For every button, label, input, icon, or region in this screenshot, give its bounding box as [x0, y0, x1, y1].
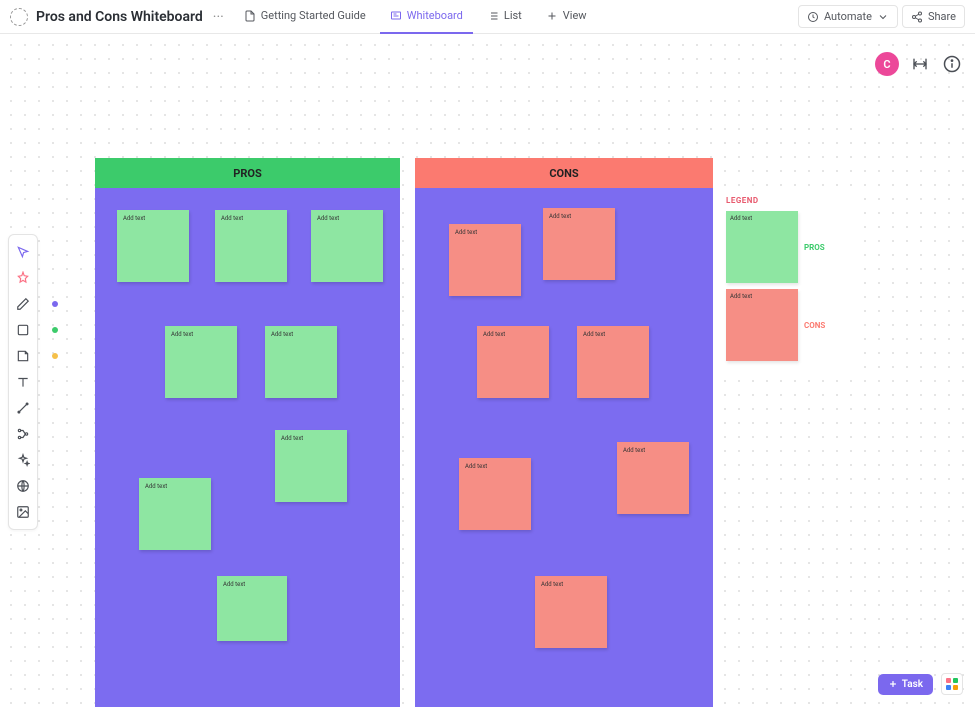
legend-swatch-pros[interactable]: Add text — [726, 211, 798, 283]
tab-getting-started[interactable]: Getting Started Guide — [234, 0, 376, 34]
board-pros: PROS Add text Add text Add text Add text… — [95, 158, 400, 707]
automate-button[interactable]: Automate — [798, 5, 898, 28]
chevron-down-icon — [877, 11, 889, 23]
tool-connector[interactable] — [12, 395, 34, 421]
workspace-logo-icon[interactable] — [10, 8, 28, 26]
new-task-button[interactable]: Task — [878, 674, 933, 695]
sticky-note[interactable]: Add text — [459, 458, 531, 530]
tool-sticky-note[interactable] — [12, 343, 34, 369]
sticky-note[interactable]: Add text — [265, 326, 337, 398]
task-label: Task — [902, 679, 923, 690]
board-cons: CONS Add text Add text Add text Add text… — [415, 158, 713, 707]
info-icon — [943, 55, 961, 73]
canvas-toolbar — [8, 234, 38, 530]
sticky-note[interactable]: Add text — [543, 208, 615, 280]
fit-width-button[interactable] — [909, 53, 931, 75]
sticky-note[interactable]: Add text — [139, 478, 211, 550]
legend-row-pros: Add text PROS — [726, 211, 849, 283]
page-title[interactable]: Pros and Cons Whiteboard — [36, 9, 203, 25]
hand-icon — [16, 271, 30, 285]
legend-label-pros: PROS — [804, 243, 825, 252]
tab-label: Getting Started Guide — [261, 9, 366, 22]
share-label: Share — [928, 10, 956, 23]
shape-color-dot — [52, 327, 58, 333]
canvas-top-right-controls: C — [875, 52, 963, 76]
tool-text[interactable] — [12, 369, 34, 395]
sticky-icon — [16, 349, 30, 363]
sparkle-icon — [16, 453, 30, 467]
legend-row-cons: Add text CONS — [726, 289, 849, 361]
shape-icon — [16, 323, 30, 337]
sticky-note[interactable]: Add text — [217, 576, 287, 641]
text-icon — [16, 375, 30, 389]
tab-list[interactable]: List — [477, 0, 532, 34]
whiteboard-canvas[interactable]: C — [0, 34, 975, 707]
legend-panel[interactable]: LEGEND Add text PROS Add text CONS — [720, 192, 855, 371]
pen-icon — [16, 297, 30, 311]
sticky-color-dot — [52, 353, 58, 359]
tool-hand[interactable] — [12, 265, 34, 291]
tab-whiteboard[interactable]: Whiteboard — [380, 0, 473, 34]
tool-relationship[interactable] — [12, 421, 34, 447]
tool-shape[interactable] — [12, 317, 34, 343]
tool-select[interactable] — [12, 239, 34, 265]
board-cons-header[interactable]: CONS — [415, 158, 713, 188]
sticky-note[interactable]: Add text — [215, 210, 287, 282]
sticky-note[interactable]: Add text — [311, 210, 383, 282]
doc-icon — [244, 10, 256, 22]
automate-label: Automate — [824, 10, 872, 23]
tool-image[interactable] — [12, 499, 34, 525]
legend-swatch-cons[interactable]: Add text — [726, 289, 798, 361]
image-icon — [16, 505, 30, 519]
whiteboard-icon — [390, 10, 402, 22]
bottom-right-controls: Task — [878, 673, 963, 695]
sticky-note[interactable]: Add text — [617, 442, 689, 514]
sticky-note[interactable]: Add text — [577, 326, 649, 398]
sticky-note[interactable]: Add text — [275, 430, 347, 502]
info-button[interactable] — [941, 53, 963, 75]
sticky-note[interactable]: Add text — [477, 326, 549, 398]
sticky-note[interactable]: Add text — [117, 210, 189, 282]
sticky-note[interactable]: Add text — [535, 576, 607, 648]
tab-label: Whiteboard — [407, 9, 463, 22]
board-pros-header[interactable]: PROS — [95, 158, 400, 188]
header: Pros and Cons Whiteboard ··· Getting Sta… — [0, 0, 975, 34]
legend-title: LEGEND — [726, 196, 849, 205]
globe-icon — [16, 479, 30, 493]
tab-label: List — [504, 9, 522, 22]
connector-icon — [16, 401, 30, 415]
tool-web[interactable] — [12, 473, 34, 499]
apps-button[interactable] — [941, 673, 963, 695]
page-menu-icon[interactable]: ··· — [207, 9, 230, 25]
board-cons-body[interactable]: Add text Add text Add text Add text Add … — [415, 188, 713, 707]
tool-pen[interactable] — [12, 291, 34, 317]
plus-icon — [546, 10, 558, 22]
plus-icon — [888, 679, 898, 689]
avatar[interactable]: C — [875, 52, 899, 76]
board-pros-body[interactable]: Add text Add text Add text Add text Add … — [95, 188, 400, 707]
cursor-icon — [16, 245, 30, 259]
list-icon — [487, 10, 499, 22]
automate-icon — [807, 11, 819, 23]
tab-add-view[interactable]: View — [536, 0, 597, 34]
share-icon — [911, 11, 923, 23]
tab-label: View — [563, 9, 587, 22]
legend-label-cons: CONS — [804, 321, 825, 330]
sticky-note[interactable]: Add text — [165, 326, 237, 398]
share-button[interactable]: Share — [902, 5, 965, 28]
relationship-icon — [16, 427, 30, 441]
pen-color-dot — [52, 301, 58, 307]
fit-width-icon — [912, 56, 928, 72]
tool-ai[interactable] — [12, 447, 34, 473]
apps-icon — [946, 678, 958, 690]
sticky-note[interactable]: Add text — [449, 224, 521, 296]
